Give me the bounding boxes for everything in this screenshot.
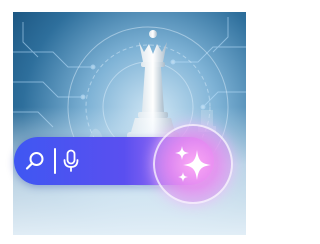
- search-icon[interactable]: [24, 150, 46, 172]
- hero-image-frame: [13, 12, 246, 235]
- ai-sparkle-button[interactable]: [153, 124, 233, 204]
- microphone-icon[interactable]: [62, 149, 80, 173]
- sparkles-icon: [175, 146, 211, 182]
- search-divider: [54, 148, 56, 174]
